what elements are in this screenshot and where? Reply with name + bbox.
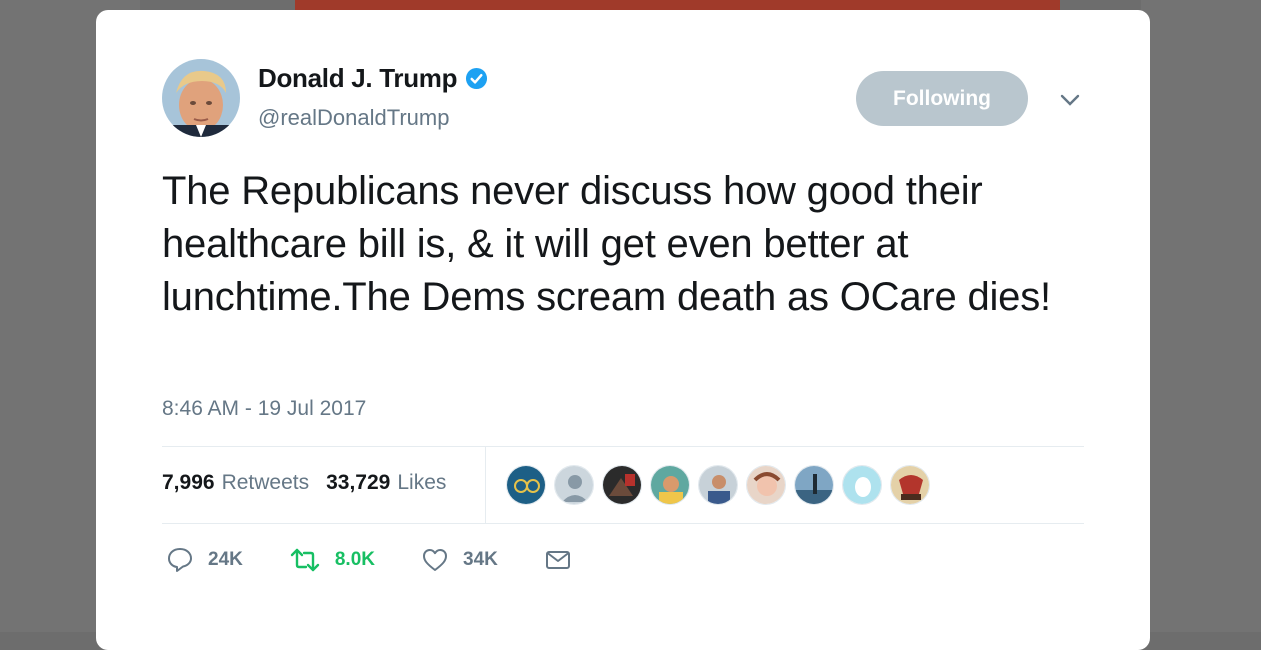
author-handle[interactable]: @realDonaldTrump xyxy=(258,105,449,131)
reply-button[interactable]: 24K xyxy=(166,546,243,574)
direct-message-button[interactable] xyxy=(544,546,586,574)
retweet-icon xyxy=(290,548,320,572)
retweets-count: 7,996 xyxy=(162,471,215,494)
following-button[interactable]: Following xyxy=(856,71,1028,126)
author-name-row: Donald J. Trump xyxy=(258,63,488,94)
liker-avatar[interactable] xyxy=(506,465,546,505)
stats-vertical-divider xyxy=(485,447,486,524)
chevron-down-icon[interactable] xyxy=(1058,90,1082,110)
liker-avatar[interactable] xyxy=(554,465,594,505)
heart-icon xyxy=(423,549,447,571)
likes-count: 33,729 xyxy=(326,471,391,494)
likes-label: Likes xyxy=(397,471,447,494)
retweets-label: Retweets xyxy=(221,471,310,494)
liker-avatar[interactable] xyxy=(650,465,690,505)
retweet-count: 8.0K xyxy=(334,549,375,570)
liker-avatar[interactable] xyxy=(890,465,930,505)
envelope-icon xyxy=(545,551,570,569)
liker-avatar[interactable] xyxy=(698,465,738,505)
verified-badge-icon xyxy=(466,67,488,90)
background-right xyxy=(1141,0,1261,632)
tweet-actions: 24K 8.0K 34K xyxy=(166,546,632,574)
reply-count: 24K xyxy=(208,549,243,570)
like-button[interactable]: 34K xyxy=(421,546,498,574)
divider-top xyxy=(162,446,1084,447)
retweets-stat[interactable]: 7,996 Retweets xyxy=(162,471,309,495)
liker-avatars xyxy=(506,465,938,505)
divider-bottom xyxy=(162,523,1084,524)
like-count: 34K xyxy=(463,549,498,570)
tweet-stats: 7,996 Retweets 33,729 Likes xyxy=(162,471,463,495)
liker-avatar[interactable] xyxy=(746,465,786,505)
liker-avatar[interactable] xyxy=(794,465,834,505)
tweet-timestamp[interactable]: 8:46 AM - 19 Jul 2017 xyxy=(162,397,366,421)
retweet-button[interactable]: 8.0K xyxy=(289,546,375,574)
liker-avatar[interactable] xyxy=(602,465,642,505)
author-display-name[interactable]: Donald J. Trump xyxy=(258,63,457,94)
liker-avatar[interactable] xyxy=(842,465,882,505)
avatar[interactable] xyxy=(162,59,240,137)
tweet-text: The Republicans never discuss how good t… xyxy=(162,169,1051,319)
reply-icon xyxy=(168,548,192,572)
tweet-card: Donald J. Trump @realDonaldTrump Followi… xyxy=(96,10,1150,650)
likes-stat[interactable]: 33,729 Likes xyxy=(326,471,446,495)
